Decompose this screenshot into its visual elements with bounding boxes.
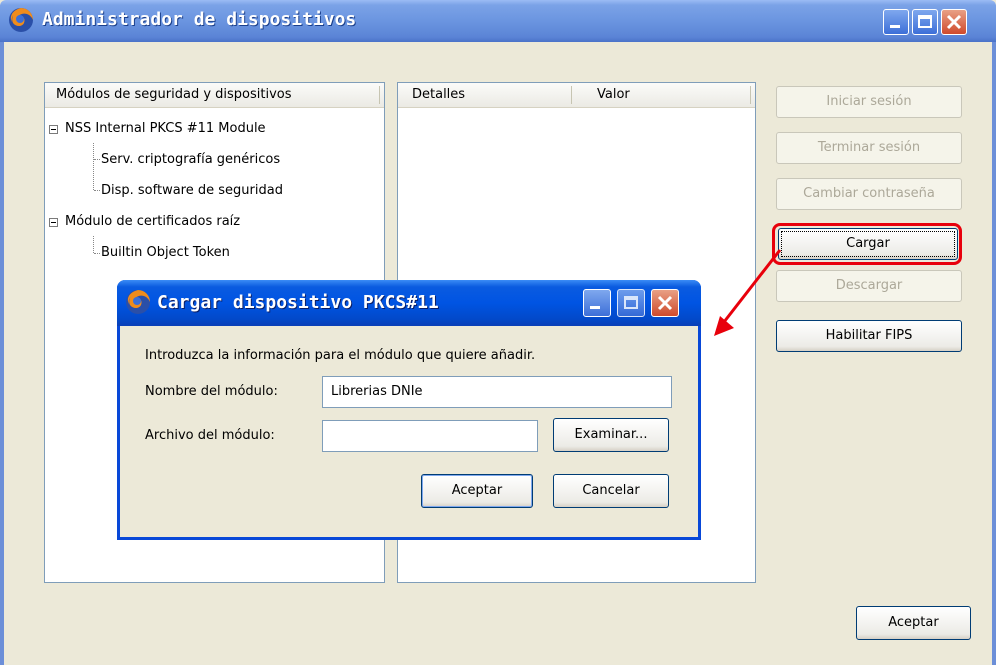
load-pkcs11-dialog: Cargar dispositivo PKCS#11 Introduzca la…: [117, 280, 701, 540]
dialog-instruction: Introduzca la información para el módulo…: [145, 348, 536, 363]
maximize-icon: [624, 296, 638, 309]
module-name-input[interactable]: Librerias DNIe: [322, 376, 672, 408]
module-file-input[interactable]: [322, 420, 538, 452]
tree-item-software-security[interactable]: Disp. software de seguridad: [101, 183, 283, 198]
logout-button[interactable]: Terminar sesión: [776, 132, 962, 164]
window-title: Administrador de dispositivos: [42, 9, 357, 30]
tree-item-label: Disp. software de seguridad: [101, 183, 283, 198]
tree-item-label: Módulo de certificados raíz: [65, 214, 241, 229]
ok-button[interactable]: Aceptar: [856, 606, 971, 640]
minimize-button[interactable]: [883, 9, 909, 35]
modules-header[interactable]: Módulos de seguridad y dispositivos: [45, 83, 384, 108]
login-button[interactable]: Iniciar sesión: [776, 86, 962, 118]
collapse-icon[interactable]: [49, 125, 58, 134]
dialog-minimize-button[interactable]: [583, 289, 611, 317]
firefox-icon: [9, 8, 33, 32]
column-header-value[interactable]: Valor: [597, 87, 630, 102]
enable-fips-button[interactable]: Habilitar FIPS: [776, 320, 962, 352]
column-header-details[interactable]: Detalles: [412, 87, 465, 102]
load-button-highlight: [772, 223, 962, 265]
dialog-cancel-button[interactable]: Cancelar: [553, 474, 669, 508]
browse-button[interactable]: Examinar...: [553, 418, 669, 452]
tree-item-builtin-token[interactable]: Builtin Object Token: [101, 245, 230, 260]
change-password-button[interactable]: Cambiar contraseña: [776, 178, 962, 210]
module-name-label: Nombre del módulo:: [145, 384, 278, 399]
unload-button[interactable]: Descargar: [776, 270, 962, 302]
module-file-label: Archivo del módulo:: [145, 428, 275, 443]
close-icon: [946, 14, 962, 30]
window-titlebar: Administrador de dispositivos: [0, 0, 996, 42]
modules-header-label: Módulos de seguridad y dispositivos: [56, 87, 292, 102]
close-icon: [657, 295, 673, 311]
tree-item-label: Builtin Object Token: [101, 245, 230, 260]
annotation-arrow: [714, 249, 782, 336]
dialog-maximize-button[interactable]: [617, 289, 645, 317]
collapse-icon[interactable]: [49, 218, 58, 227]
tree-item-label: NSS Internal PKCS #11 Module: [65, 121, 266, 136]
maximize-button[interactable]: [912, 9, 938, 35]
minimize-icon: [590, 306, 600, 309]
maximize-icon: [918, 15, 932, 28]
dialog-titlebar: Cargar dispositivo PKCS#11: [117, 280, 701, 326]
details-header: Detalles Valor: [398, 83, 755, 108]
close-button[interactable]: [941, 9, 967, 35]
tree-item-generic-crypto[interactable]: Serv. criptografía genéricos: [101, 152, 280, 167]
minimize-icon: [890, 25, 900, 28]
dialog-title: Cargar dispositivo PKCS#11: [157, 292, 439, 313]
dialog-close-button[interactable]: [651, 289, 679, 317]
firefox-icon: [126, 290, 150, 314]
dialog-accept-button[interactable]: Aceptar: [421, 474, 533, 508]
tree-item-label: Serv. criptografía genéricos: [101, 152, 281, 167]
